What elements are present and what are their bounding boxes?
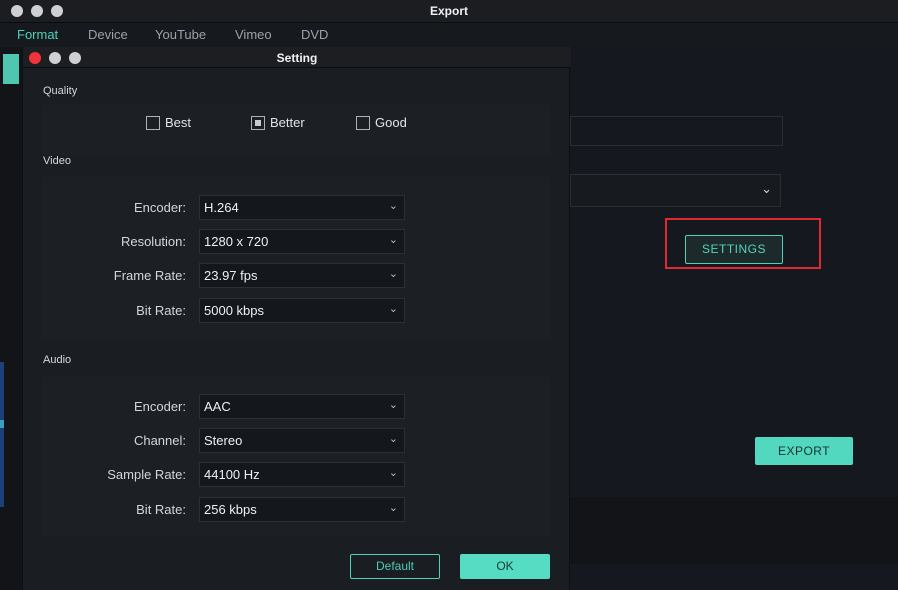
export-window: Export Format Device YouTube Vimeo DVD ⌄… bbox=[0, 0, 898, 590]
setting-title-bar: Setting bbox=[23, 47, 571, 68]
audio-channel-dropdown[interactable]: Stereo ⌄ bbox=[199, 428, 405, 453]
dropdown-value: H.264 bbox=[204, 200, 239, 215]
audio-channel-label: Channel: bbox=[133, 433, 186, 448]
export-tabs: Format Device YouTube Vimeo DVD bbox=[0, 23, 898, 47]
video-resolution-label: Resolution: bbox=[120, 234, 186, 249]
audio-bit-rate-label: Bit Rate: bbox=[136, 502, 186, 517]
checkbox-label: Good bbox=[375, 115, 407, 130]
chevron-down-icon: ⌄ bbox=[388, 433, 398, 445]
quality-section-label: Quality bbox=[43, 85, 78, 97]
default-button[interactable]: Default bbox=[350, 554, 440, 579]
video-encoder-label: Encoder: bbox=[133, 200, 186, 215]
chevron-down-icon: ⌄ bbox=[388, 399, 398, 411]
setting-dialog: Setting Quality Best Better Good Video E… bbox=[22, 47, 571, 590]
tab-youtube[interactable]: YouTube bbox=[155, 27, 206, 42]
quality-panel bbox=[42, 105, 550, 155]
checkbox-icon bbox=[146, 115, 160, 130]
checkbox-label: Better bbox=[270, 115, 305, 130]
checkbox-checked-icon bbox=[251, 115, 265, 130]
format-list-strip bbox=[0, 47, 22, 590]
dialog-title: Setting bbox=[276, 51, 318, 65]
checkbox-icon bbox=[356, 115, 370, 130]
dropdown-value: 44100 Hz bbox=[204, 467, 260, 482]
video-encoder-dropdown[interactable]: H.264 ⌄ bbox=[199, 195, 405, 220]
video-frame-rate-dropdown[interactable]: 23.97 fps ⌄ bbox=[199, 263, 405, 288]
dropdown-value: AAC bbox=[204, 399, 231, 414]
tab-vimeo[interactable]: Vimeo bbox=[235, 27, 272, 42]
bottom-band bbox=[570, 497, 898, 564]
chevron-down-icon: ⌄ bbox=[761, 181, 772, 196]
chevron-down-icon: ⌄ bbox=[388, 502, 398, 514]
settings-button[interactable]: SETTINGS bbox=[685, 235, 783, 264]
window-title: Export bbox=[429, 4, 468, 18]
audio-encoder-dropdown[interactable]: AAC ⌄ bbox=[199, 394, 405, 419]
file-name-input[interactable] bbox=[570, 116, 783, 146]
chevron-down-icon: ⌄ bbox=[388, 303, 398, 315]
dropdown-value: 23.97 fps bbox=[204, 268, 258, 283]
quality-best-checkbox[interactable]: Best bbox=[146, 115, 191, 130]
quality-good-checkbox[interactable]: Good bbox=[356, 115, 407, 130]
tab-format[interactable]: Format bbox=[17, 27, 58, 42]
timeline-preview-strip bbox=[0, 362, 4, 507]
audio-bit-rate-dropdown[interactable]: 256 kbps ⌄ bbox=[199, 497, 405, 522]
chevron-down-icon: ⌄ bbox=[388, 234, 398, 246]
dropdown-value: 5000 kbps bbox=[204, 303, 264, 318]
chevron-down-icon: ⌄ bbox=[388, 200, 398, 212]
checkbox-label: Best bbox=[165, 115, 192, 130]
chevron-down-icon: ⌄ bbox=[388, 268, 398, 280]
export-button[interactable]: EXPORT bbox=[755, 437, 853, 465]
audio-section-label: Audio bbox=[43, 354, 72, 366]
video-frame-rate-label: Frame Rate: bbox=[113, 268, 186, 283]
timeline-marker bbox=[0, 420, 4, 428]
audio-sample-rate-dropdown[interactable]: 44100 Hz ⌄ bbox=[199, 462, 405, 487]
ok-button[interactable]: OK bbox=[460, 554, 550, 579]
dropdown-value: 256 kbps bbox=[204, 502, 257, 517]
audio-sample-rate-label: Sample Rate: bbox=[107, 467, 186, 482]
video-section-label: Video bbox=[43, 155, 71, 167]
tab-dvd[interactable]: DVD bbox=[301, 27, 328, 42]
video-resolution-dropdown[interactable]: 1280 x 720 ⌄ bbox=[199, 229, 405, 254]
video-bit-rate-dropdown[interactable]: 5000 kbps ⌄ bbox=[199, 298, 405, 323]
save-location-dropdown[interactable]: ⌄ bbox=[570, 174, 781, 207]
selected-format-indicator[interactable] bbox=[3, 54, 19, 84]
quality-better-checkbox[interactable]: Better bbox=[251, 115, 305, 130]
video-bit-rate-label: Bit Rate: bbox=[136, 303, 186, 318]
chevron-down-icon: ⌄ bbox=[388, 467, 398, 479]
export-title-bar: Export bbox=[0, 0, 898, 23]
dropdown-value: 1280 x 720 bbox=[204, 234, 269, 249]
tab-device[interactable]: Device bbox=[88, 27, 128, 42]
audio-encoder-label: Encoder: bbox=[133, 399, 186, 414]
dropdown-value: Stereo bbox=[204, 433, 243, 448]
